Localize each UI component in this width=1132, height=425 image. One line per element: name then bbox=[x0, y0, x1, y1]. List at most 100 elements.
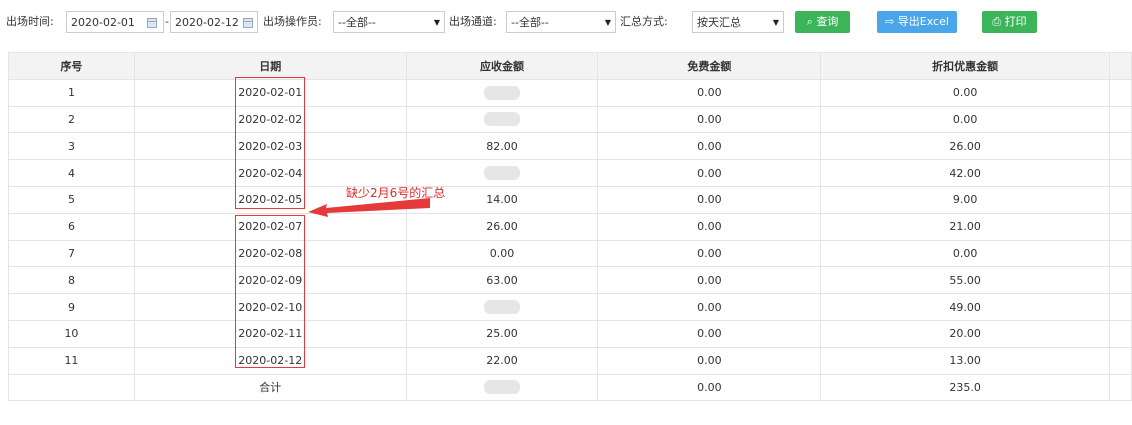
table-row: 7 2020-02-08 0.00 0.00 0.00 bbox=[8, 240, 1132, 268]
redacted-value bbox=[484, 166, 521, 181]
time-label: 出场时间: bbox=[6, 15, 54, 28]
row-no: 4 bbox=[8, 159, 135, 187]
filter-toolbar: 出场时间: 2020-02-01 - 2020-02-12 出场操作员: --全… bbox=[0, 0, 1132, 44]
row-receivable: 63.00 bbox=[406, 266, 599, 295]
table-row: 9 2020-02-10 0.00 49.00 bbox=[8, 293, 1132, 321]
search-icon: ⌕ bbox=[806, 15, 813, 28]
calendar-icon[interactable] bbox=[147, 18, 157, 28]
row-free: 0.00 bbox=[597, 106, 822, 134]
query-button-label: 查询 bbox=[816, 15, 839, 28]
row-extra bbox=[1109, 79, 1132, 107]
row-extra bbox=[1109, 374, 1132, 402]
end-date-value: 2020-02-12 bbox=[175, 16, 239, 29]
operator-label: 出场操作员: bbox=[263, 15, 322, 28]
row-extra bbox=[1109, 293, 1132, 321]
date-separator: - bbox=[165, 15, 169, 28]
highlight-box-bottom bbox=[235, 215, 305, 368]
operator-selected-value: --全部-- bbox=[338, 16, 376, 29]
table-row: 4 2020-02-04 0.00 42.00 bbox=[8, 159, 1132, 187]
table-row: 8 2020-02-09 63.00 0.00 55.00 bbox=[8, 266, 1132, 295]
col-header-discount: 折扣优惠金额 bbox=[820, 52, 1110, 80]
summary-select[interactable]: 按天汇总 ▼ bbox=[692, 11, 784, 33]
row-free: 0.00 bbox=[597, 293, 822, 321]
row-receivable bbox=[406, 159, 599, 187]
table-total-row: 合计 0.00 235.0 bbox=[8, 374, 1132, 402]
query-button[interactable]: ⌕ 查询 bbox=[795, 11, 850, 33]
row-free: 0.00 bbox=[597, 79, 822, 107]
row-no: 10 bbox=[8, 320, 135, 348]
row-extra bbox=[1109, 132, 1132, 161]
start-date-input[interactable]: 2020-02-01 bbox=[66, 11, 164, 33]
row-free: 0.00 bbox=[597, 213, 822, 241]
col-header-extra bbox=[1109, 52, 1132, 80]
row-no: 3 bbox=[8, 132, 135, 161]
row-receivable bbox=[406, 79, 599, 107]
operator-select[interactable]: --全部-- ▼ bbox=[333, 11, 445, 33]
row-discount: 13.00 bbox=[820, 347, 1110, 375]
row-discount: 26.00 bbox=[820, 132, 1110, 161]
redacted-value bbox=[484, 380, 521, 395]
row-no: 8 bbox=[8, 266, 135, 295]
table-header-row: 序号 日期 应收金额 免费金额 折扣优惠金额 bbox=[8, 52, 1132, 80]
row-receivable bbox=[406, 374, 599, 402]
row-discount: 0.00 bbox=[820, 79, 1110, 107]
row-free: 0.00 bbox=[597, 240, 822, 268]
row-receivable bbox=[406, 293, 599, 321]
col-header-no: 序号 bbox=[8, 52, 135, 80]
end-date-input[interactable]: 2020-02-12 bbox=[170, 11, 258, 33]
table-row: 5 2020-02-05 14.00 0.00 9.00 bbox=[8, 186, 1132, 214]
col-header-free: 免费金额 bbox=[597, 52, 822, 80]
row-receivable: 0.00 bbox=[406, 240, 599, 268]
row-discount: 21.00 bbox=[820, 213, 1110, 241]
table-row: 1 2020-02-01 0.00 0.00 bbox=[8, 79, 1132, 107]
row-free: 0.00 bbox=[597, 186, 822, 214]
row-extra bbox=[1109, 186, 1132, 214]
row-extra bbox=[1109, 266, 1132, 295]
highlight-box-top bbox=[235, 77, 305, 209]
start-date-value: 2020-02-01 bbox=[71, 16, 135, 29]
row-free: 0.00 bbox=[597, 159, 822, 187]
row-extra bbox=[1109, 240, 1132, 268]
col-header-date: 日期 bbox=[134, 52, 407, 80]
caret-down-icon: ▼ bbox=[604, 18, 611, 27]
row-extra bbox=[1109, 347, 1132, 375]
row-no: 1 bbox=[8, 79, 135, 107]
row-no: 9 bbox=[8, 293, 135, 321]
redacted-value bbox=[484, 300, 521, 315]
print-button-label: 打印 bbox=[1004, 15, 1027, 28]
export-excel-button[interactable]: ⇨ 导出Excel bbox=[877, 11, 957, 33]
table-body: 1 2020-02-01 0.00 0.00 2 2020-02-02 0.00 0.00 3 2… bbox=[8, 79, 1132, 402]
arrow-left-icon bbox=[308, 198, 430, 217]
row-free: 0.00 bbox=[597, 374, 822, 402]
row-extra bbox=[1109, 320, 1132, 348]
calendar-icon[interactable] bbox=[243, 18, 253, 28]
row-discount: 20.00 bbox=[820, 320, 1110, 348]
row-discount: 9.00 bbox=[820, 186, 1110, 214]
row-receivable: 82.00 bbox=[406, 132, 599, 161]
row-receivable bbox=[406, 106, 599, 134]
row-free: 0.00 bbox=[597, 320, 822, 348]
row-no: 6 bbox=[8, 213, 135, 241]
row-discount: 49.00 bbox=[820, 293, 1110, 321]
col-header-receivable: 应收金额 bbox=[406, 52, 599, 80]
row-discount: 55.00 bbox=[820, 266, 1110, 295]
table-row: 11 2020-02-12 22.00 0.00 13.00 bbox=[8, 347, 1132, 375]
redacted-value bbox=[484, 85, 521, 100]
caret-down-icon: ▼ bbox=[772, 18, 779, 27]
printer-icon: ⎙ bbox=[992, 15, 1002, 28]
caret-down-icon: ▼ bbox=[433, 18, 440, 27]
table-row: 10 2020-02-11 25.00 0.00 20.00 bbox=[8, 320, 1132, 348]
row-discount: 42.00 bbox=[820, 159, 1110, 187]
row-no: 7 bbox=[8, 240, 135, 268]
channel-select[interactable]: --全部-- ▼ bbox=[506, 11, 616, 33]
row-extra bbox=[1109, 213, 1132, 241]
row-free: 0.00 bbox=[597, 347, 822, 375]
row-extra bbox=[1109, 159, 1132, 187]
row-free: 0.00 bbox=[597, 266, 822, 295]
row-receivable: 22.00 bbox=[406, 347, 599, 375]
print-button[interactable]: ⎙ 打印 bbox=[982, 11, 1037, 33]
row-no: 11 bbox=[8, 347, 135, 375]
summary-label: 汇总方式: bbox=[620, 15, 668, 28]
table-row: 2 2020-02-02 0.00 0.00 bbox=[8, 106, 1132, 134]
summary-table: 序号 日期 应收金额 免费金额 折扣优惠金额 1 2020-02-01 0.00 0.… bbox=[8, 52, 1132, 402]
